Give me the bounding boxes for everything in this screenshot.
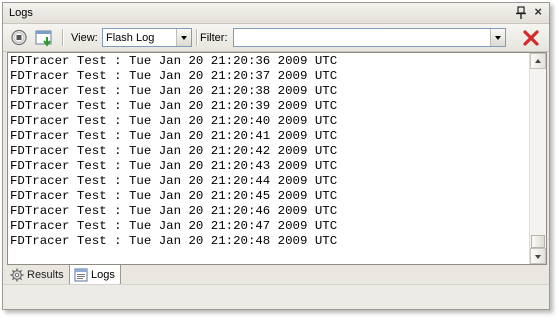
export-icon[interactable]: [34, 28, 54, 47]
toolbar-separator: [62, 29, 64, 46]
filter-label: Filter:: [200, 32, 228, 44]
log-line: FDTracer Test : Tue Jan 20 21:20:37 2009…: [10, 69, 338, 83]
log-line: FDTracer Test : Tue Jan 20 21:20:46 2009…: [10, 204, 338, 218]
panel-titlebar: Logs ×: [3, 3, 549, 24]
chevron-down-icon[interactable]: [176, 29, 191, 46]
filter-input[interactable]: [233, 28, 506, 47]
log-line: FDTracer Test : Tue Jan 20 21:20:43 2009…: [10, 159, 338, 173]
toolbar-separator: [196, 29, 198, 46]
tab-logs-label: Logs: [91, 269, 115, 281]
close-icon[interactable]: ×: [534, 5, 542, 19]
log-document-icon: [74, 268, 88, 282]
vertical-scrollbar[interactable]: [529, 53, 546, 264]
chevron-down-icon[interactable]: [490, 29, 505, 46]
status-bar: [3, 284, 549, 309]
log-line: FDTracer Test : Tue Jan 20 21:20:48 2009…: [10, 234, 338, 248]
log-line: FDTracer Test : Tue Jan 20 21:20:44 2009…: [10, 174, 338, 188]
gear-icon: [10, 268, 24, 282]
tab-logs[interactable]: Logs: [69, 265, 121, 285]
log-line: FDTracer Test : Tue Jan 20 21:20:42 2009…: [10, 144, 338, 158]
log-line-list: FDTracer Test : Tue Jan 20 21:20:36 2009…: [10, 54, 337, 249]
pin-icon[interactable]: [515, 6, 527, 20]
log-line: FDTracer Test : Tue Jan 20 21:20:40 2009…: [10, 114, 338, 128]
log-line: FDTracer Test : Tue Jan 20 21:20:36 2009…: [10, 54, 338, 68]
log-line: FDTracer Test : Tue Jan 20 21:20:47 2009…: [10, 219, 338, 233]
log-line: FDTracer Test : Tue Jan 20 21:20:45 2009…: [10, 189, 338, 203]
scroll-down-icon[interactable]: [530, 248, 546, 264]
log-line: FDTracer Test : Tue Jan 20 21:20:41 2009…: [10, 129, 338, 143]
tab-results[interactable]: Results: [6, 265, 69, 285]
view-select-value: Flash Log: [106, 32, 155, 44]
log-toolbar: View: Flash Log Filter:: [3, 24, 549, 52]
log-line: FDTracer Test : Tue Jan 20 21:20:39 2009…: [10, 99, 338, 113]
log-output[interactable]: FDTracer Test : Tue Jan 20 21:20:36 2009…: [7, 52, 547, 265]
panel-title: Logs: [9, 7, 33, 19]
view-select[interactable]: Flash Log: [102, 28, 192, 47]
clear-red-x-icon[interactable]: [523, 30, 539, 46]
scroll-up-icon[interactable]: [530, 53, 546, 69]
view-label: View:: [71, 32, 98, 44]
scroll-thumb[interactable]: [531, 235, 545, 248]
tab-results-label: Results: [27, 269, 64, 281]
log-line: FDTracer Test : Tue Jan 20 21:20:38 2009…: [10, 84, 338, 98]
panel-tabs: Results Logs: [3, 265, 549, 285]
logs-panel: Logs × View: Flash Log Filter: FDTracer …: [2, 2, 550, 310]
stop-icon[interactable]: [9, 28, 29, 47]
